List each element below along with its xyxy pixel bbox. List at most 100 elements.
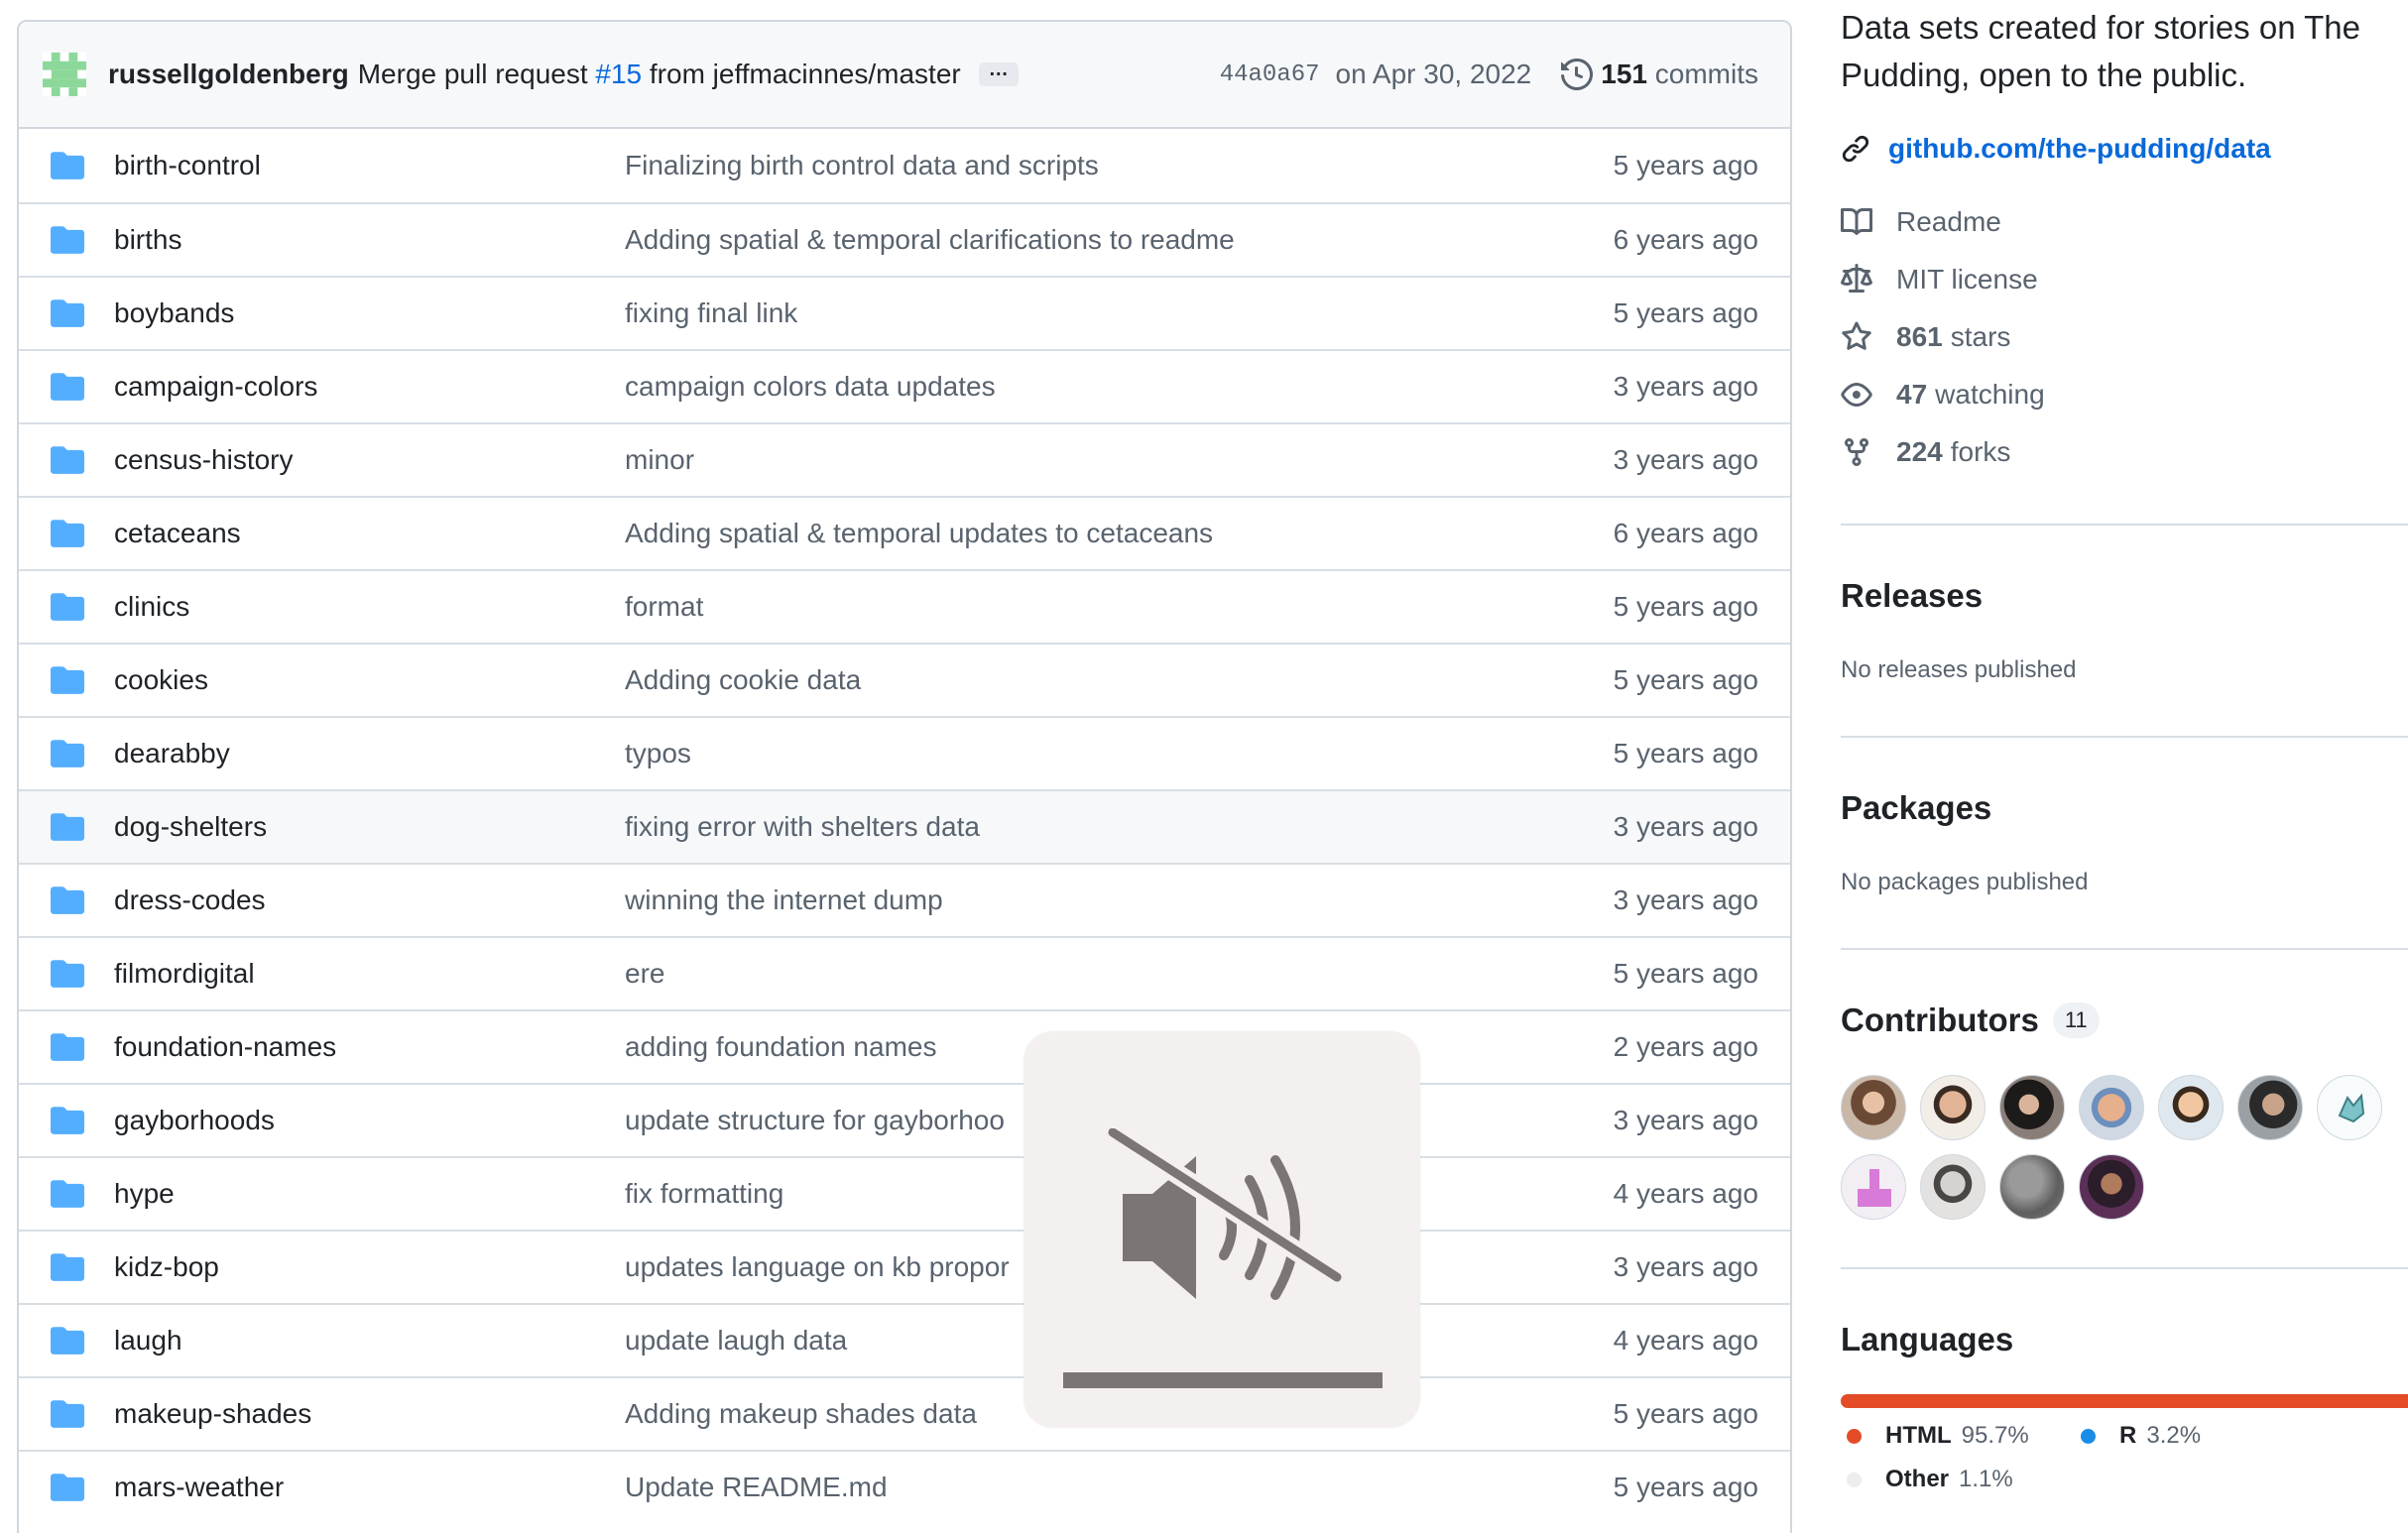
homepage-link-text[interactable]: github.com/the-pudding/data [1888, 133, 2271, 165]
file-name-link[interactable]: hype [114, 1178, 175, 1210]
file-name-link[interactable]: dearabby [114, 738, 230, 769]
file-commit-message-link[interactable]: Adding cookie data [625, 664, 861, 696]
pr-link[interactable]: #15 [595, 59, 642, 89]
commit-author[interactable]: russellgoldenberg [108, 59, 349, 90]
forks-count[interactable]: 224 [1896, 436, 1943, 468]
author-avatar[interactable] [43, 53, 86, 96]
file-commit-message-link[interactable]: minor [625, 444, 694, 476]
file-name-link[interactable]: dog-shelters [114, 811, 267, 843]
file-name-link[interactable]: makeup-shades [114, 1398, 311, 1430]
contributors-title[interactable]: Contributors [1841, 1002, 2039, 1039]
watching-link[interactable]: 47 watching [1841, 379, 2045, 411]
commit-message[interactable]: Merge pull request #15 from jeffmacinnes… [358, 59, 961, 90]
license-link[interactable]: MIT license [1841, 264, 2038, 295]
file-name-link[interactable]: births [114, 224, 181, 256]
language-name[interactable]: Other [1885, 1466, 1949, 1493]
file-name-link[interactable]: cetaceans [114, 518, 241, 549]
file-commit-message-link[interactable]: Update README.md [625, 1472, 888, 1503]
file-row[interactable]: cetaceans Adding spatial & temporal updat… [19, 496, 1790, 569]
file-commit-message-link[interactable]: fix formatting [625, 1178, 783, 1210]
license-label[interactable]: MIT license [1896, 264, 2038, 295]
contributor-avatar[interactable] [1920, 1075, 1986, 1140]
file-commit-message-link[interactable]: campaign colors data updates [625, 371, 996, 403]
file-name-link[interactable]: boybands [114, 297, 234, 329]
stars-label[interactable]: stars [1951, 321, 2011, 353]
file-name-link[interactable]: foundation-names [114, 1031, 336, 1063]
file-row[interactable]: clinics format 5 years ago [19, 569, 1790, 643]
file-commit-message-link[interactable]: adding foundation names [625, 1031, 936, 1063]
releases-heading[interactable]: Releases [1841, 577, 1983, 615]
stars-count[interactable]: 861 [1896, 321, 1943, 353]
watching-count[interactable]: 47 [1896, 379, 1927, 411]
contributor-avatar[interactable] [2317, 1075, 2382, 1140]
commit-message-prefix[interactable]: Merge pull request [358, 59, 588, 89]
file-row[interactable]: dress-codes winning the internet dump 3 ye… [19, 863, 1790, 936]
file-commit-message-link[interactable]: update structure for gayborhoo [625, 1105, 1005, 1136]
expand-commit-button[interactable]: … [978, 59, 1019, 86]
contributor-avatar[interactable] [2158, 1075, 2224, 1140]
file-commit-message-link[interactable]: update laugh data [625, 1325, 847, 1356]
file-commit-message-link[interactable]: updates language on kb propor [625, 1251, 1010, 1283]
forks-label[interactable]: forks [1951, 436, 2011, 468]
language-bar-segment[interactable] [1841, 1394, 2408, 1408]
commit-date[interactable]: on Apr 30, 2022 [1336, 59, 1532, 90]
stars-link[interactable]: 861 stars [1841, 321, 2010, 353]
commit-sha[interactable]: 44a0a67 [1220, 61, 1320, 88]
file-name-link[interactable]: birth-control [114, 150, 261, 181]
commit-count-link[interactable]: 151 commits [1601, 59, 1758, 90]
file-commit-message-link[interactable]: Finalizing birth control data and script… [625, 150, 1099, 181]
file-commit-message-link[interactable]: Adding makeup shades data [625, 1398, 977, 1430]
file-row[interactable]: gayborhoods update structure for gayborho… [19, 1083, 1790, 1156]
readme-label[interactable]: Readme [1896, 206, 2001, 238]
contributor-avatar[interactable] [1999, 1075, 2065, 1140]
file-commit-message-link[interactable]: Adding spatial & temporal clarifications… [625, 224, 1235, 256]
file-row[interactable]: foundation-names adding foundation names 2… [19, 1009, 1790, 1083]
history-icon[interactable] [1561, 59, 1594, 90]
contributor-avatar[interactable] [1841, 1075, 1906, 1140]
contributor-avatar[interactable] [2079, 1154, 2144, 1220]
contributors-heading[interactable]: Contributors 11 [1841, 1002, 2100, 1039]
readme-link[interactable]: Readme [1841, 206, 2001, 238]
forks-link[interactable]: 224 forks [1841, 436, 2010, 468]
language-item[interactable]: Other 1.1% [1847, 1466, 2013, 1493]
file-commit-message-link[interactable]: Adding spatial & temporal updates to cet… [625, 518, 1213, 549]
language-name[interactable]: HTML [1885, 1422, 1952, 1450]
file-name-link[interactable]: census-history [114, 444, 294, 476]
file-row[interactable]: makeup-shades Adding makeup shades data 5 … [19, 1376, 1790, 1450]
file-commit-message-link[interactable]: winning the internet dump [625, 884, 943, 916]
file-name-link[interactable]: campaign-colors [114, 371, 317, 403]
watching-label[interactable]: watching [1935, 379, 2045, 411]
file-row[interactable]: dearabby typos 5 years ago [19, 716, 1790, 789]
file-commit-message-link[interactable]: format [625, 591, 703, 623]
file-row[interactable]: boybands fixing final link 5 years ago [19, 276, 1790, 349]
file-row[interactable]: birth-control Finalizing birth control da… [19, 129, 1790, 202]
commit-message-suffix[interactable]: from jeffmacinnes/master [650, 59, 961, 89]
homepage-link[interactable]: github.com/the-pudding/data [1841, 133, 2271, 165]
file-row[interactable]: mars-weather Update README.md 5 years ago [19, 1450, 1790, 1523]
contributor-avatar[interactable] [1999, 1154, 2065, 1220]
file-row[interactable]: hype fix formatting 4 years ago [19, 1156, 1790, 1230]
languages-bar[interactable] [1841, 1394, 2408, 1408]
file-row[interactable]: campaign-colors campaign colors data upda… [19, 349, 1790, 422]
contributor-avatar[interactable] [1841, 1154, 1906, 1220]
file-row[interactable]: births Adding spatial & temporal clarific… [19, 202, 1790, 276]
language-item[interactable]: HTML 95.7% [1847, 1422, 2029, 1450]
contributor-avatar[interactable] [2237, 1075, 2303, 1140]
language-item[interactable]: R 3.2% [2081, 1422, 2201, 1450]
file-name-link[interactable]: filmordigital [114, 958, 255, 990]
file-commit-message-link[interactable]: fixing final link [625, 297, 797, 329]
file-name-link[interactable]: clinics [114, 591, 189, 623]
file-name-link[interactable]: kidz-bop [114, 1251, 219, 1283]
file-row[interactable]: kidz-bop updates language on kb propor 3 y… [19, 1230, 1790, 1303]
file-commit-message-link[interactable]: typos [625, 738, 691, 769]
file-name-link[interactable]: laugh [114, 1325, 182, 1356]
contributor-avatar[interactable] [1920, 1154, 1986, 1220]
file-commit-message-link[interactable]: ere [625, 958, 664, 990]
contributor-avatar[interactable] [2079, 1075, 2144, 1140]
file-row[interactable]: laugh update laugh data 4 years ago [19, 1303, 1790, 1376]
file-name-link[interactable]: gayborhoods [114, 1105, 275, 1136]
file-row[interactable]: filmordigital ere 5 years ago [19, 936, 1790, 1009]
file-name-link[interactable]: cookies [114, 664, 208, 696]
file-row[interactable]: census-history minor 3 years ago [19, 422, 1790, 496]
file-row[interactable]: dog-shelters fixing error with shelters d… [19, 789, 1790, 863]
